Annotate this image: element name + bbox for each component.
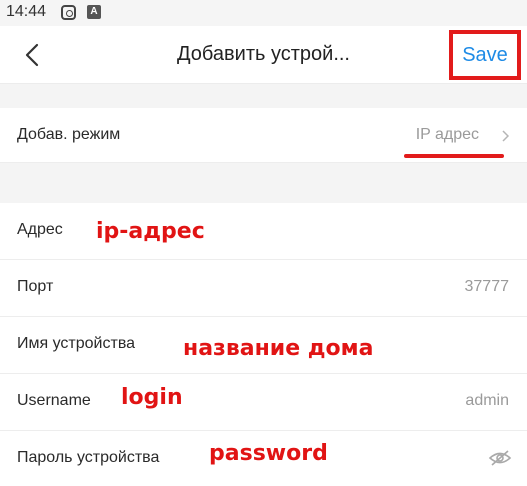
address-field[interactable]: Адрес (0, 203, 527, 260)
username-field[interactable]: Username admin (0, 374, 527, 431)
port-field[interactable]: Порт 37777 (0, 260, 527, 317)
port-value: 37777 (464, 278, 510, 295)
eye-hidden-icon[interactable] (488, 448, 512, 468)
a-app-icon: A (87, 5, 101, 19)
status-bar: 14:44 A (0, 0, 527, 26)
instagram-icon (61, 5, 76, 20)
back-button[interactable] (18, 40, 48, 70)
address-annotation: ip-адрес (96, 219, 205, 244)
nav-bar: Добавить устрой... Save (0, 26, 527, 84)
address-label: Адрес (17, 221, 63, 238)
add-mode-value: IP адрес (415, 126, 479, 143)
username-annotation: login (121, 385, 183, 410)
mode-underline-annotation (404, 154, 504, 158)
password-label: Пароль устройства (17, 449, 160, 466)
chevron-left-icon (25, 43, 39, 67)
section-divider (0, 84, 527, 108)
username-label: Username (17, 392, 91, 409)
device-name-label: Имя устройства (17, 335, 136, 352)
save-button[interactable]: Save (449, 30, 521, 80)
add-mode-label: Добав. режим (17, 126, 121, 143)
status-time: 14:44 (6, 3, 47, 20)
device-name-annotation: название дома (183, 336, 374, 361)
username-value: admin (465, 392, 509, 409)
section-divider (0, 163, 527, 203)
chevron-right-icon (502, 130, 510, 142)
password-annotation: password (209, 441, 328, 466)
page-title: Добавить устрой... (177, 43, 350, 65)
port-label: Порт (17, 278, 54, 295)
